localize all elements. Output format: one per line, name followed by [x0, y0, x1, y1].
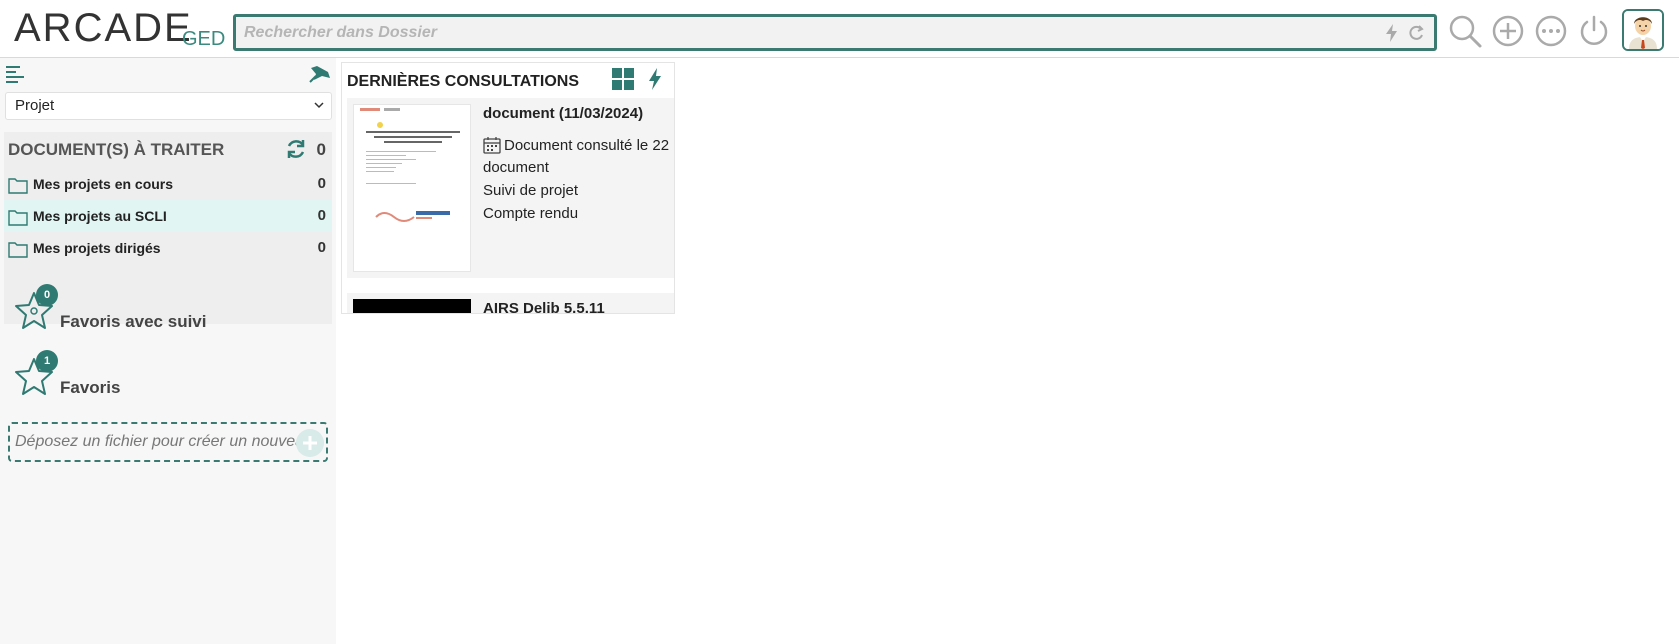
- refresh-icon[interactable]: [1406, 23, 1426, 43]
- search-bar[interactable]: [233, 14, 1437, 51]
- recent-consultations-panel: DERNIÈRES CONSULTATIONS document (11/03/…: [341, 62, 675, 314]
- document-subcategory: Compte rendu: [483, 205, 579, 222]
- folder-icon: [8, 178, 28, 194]
- drop-zone-label: Déposez un fichier pour créer un nouveau: [15, 433, 299, 450]
- folder-count: 0: [317, 207, 326, 224]
- logo-sub-text: GED: [182, 28, 226, 50]
- todo-title: DOCUMENT(S) À TRAITER: [8, 140, 225, 159]
- flash-icon[interactable]: [643, 67, 667, 91]
- search-input[interactable]: [244, 21, 1344, 45]
- folder-label: Mes projets au SCLI: [33, 208, 167, 224]
- card-title: document (11/03/2024): [483, 105, 644, 122]
- recent-document-card[interactable]: document (11/03/2024) Document consulté …: [347, 98, 674, 278]
- more-icon[interactable]: [1533, 13, 1569, 49]
- grid-view-icon[interactable]: [611, 67, 635, 91]
- favorites-label: Favoris: [60, 378, 121, 397]
- panel-title: DERNIÈRES CONSULTATIONS: [347, 73, 580, 90]
- project-select-value: Projet: [15, 97, 55, 114]
- logo-main-text: ARCADE: [14, 6, 193, 50]
- pin-icon[interactable]: [308, 64, 332, 84]
- folder-count: 0: [317, 239, 326, 256]
- header: ARCADE GED: [0, 0, 1679, 58]
- favorites[interactable]: 1 Favoris: [14, 350, 314, 406]
- folder-icon: [8, 242, 28, 258]
- document-thumbnail: [353, 299, 471, 313]
- folder-label: Mes projets dirigés: [33, 240, 161, 256]
- logo[interactable]: ARCADE GED: [14, 6, 234, 52]
- calendar-icon: [483, 137, 501, 154]
- menu-toggle-icon[interactable]: [5, 64, 27, 84]
- consulted-date: Document consulté le 22: [504, 137, 670, 154]
- favorites-tracked[interactable]: 0 Favoris avec suivi: [14, 284, 314, 340]
- avatar[interactable]: [1622, 9, 1664, 51]
- sidebar: Projet DOCUMENT(S) À TRAITER 0 Mes proje…: [0, 58, 336, 644]
- card-title: AIRS Delib 5.5.11: [483, 300, 605, 314]
- document-type: document: [483, 159, 549, 176]
- folder-row-en-cours[interactable]: Mes projets en cours 0: [4, 168, 332, 200]
- folder-row-diriges[interactable]: Mes projets dirigés 0: [4, 232, 332, 264]
- avatar-icon: [1624, 11, 1662, 49]
- add-icon[interactable]: [296, 429, 324, 457]
- power-icon[interactable]: [1576, 13, 1612, 49]
- add-icon[interactable]: [1490, 13, 1526, 49]
- favorites-tracked-label: Favoris avec suivi: [60, 312, 207, 331]
- document-thumbnail: [353, 104, 471, 272]
- file-drop-zone[interactable]: Déposez un fichier pour créer un nouveau: [8, 422, 328, 462]
- recent-document-card[interactable]: AIRS Delib 5.5.11: [347, 293, 674, 314]
- flash-icon[interactable]: [1382, 23, 1402, 43]
- favorites-badge: 1: [36, 350, 58, 372]
- folder-label: Mes projets en cours: [33, 176, 174, 192]
- search-icon[interactable]: [1447, 13, 1483, 49]
- todo-count: 0: [316, 140, 326, 159]
- folder-count: 0: [317, 175, 326, 192]
- project-select[interactable]: Projet: [5, 92, 332, 120]
- refresh-icon[interactable]: [285, 138, 307, 160]
- folder-icon: [8, 210, 28, 226]
- chevron-down-icon: [314, 102, 324, 109]
- folder-row-scli[interactable]: Mes projets au SCLI 0: [4, 200, 332, 232]
- favorites-tracked-badge: 0: [36, 284, 58, 306]
- document-category: Suivi de projet: [483, 182, 579, 199]
